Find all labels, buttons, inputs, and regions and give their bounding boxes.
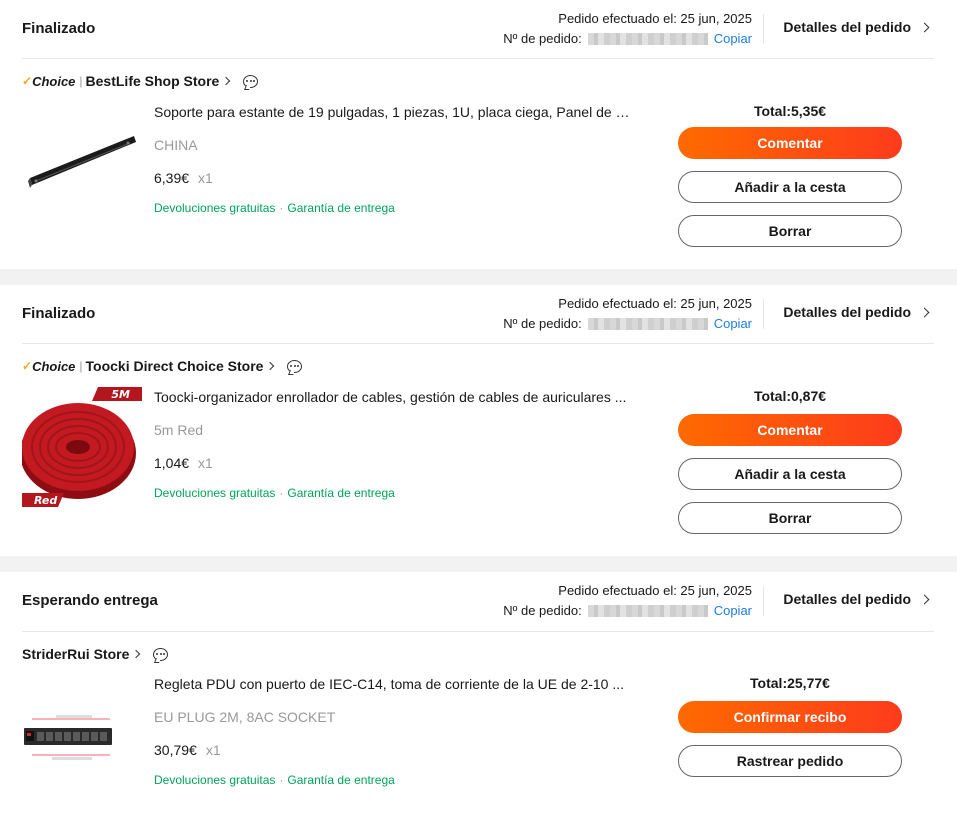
service-badges: Devoluciones gratuitas · Garantía de entre… (154, 201, 395, 215)
order-details-label: Detalles del pedido (783, 591, 911, 607)
confirm-receipt-button[interactable]: Confirmar recibo (678, 701, 902, 733)
chat-icon[interactable] (153, 647, 169, 661)
order-details-label: Detalles del pedido (783, 304, 911, 320)
delivery-guarantee-badge: Garantía de entrega (287, 201, 395, 215)
thumb-color-tag: Red (34, 494, 57, 507)
quantity: x1 (205, 742, 221, 758)
copy-order-number-link[interactable]: Copiar (714, 29, 752, 49)
quantity: x1 (198, 455, 213, 471)
order-details-link[interactable]: Detalles del pedido (783, 304, 930, 320)
order-card: Finalizado Pedido efectuado el: 25 jun, … (0, 285, 957, 556)
price-value: 30,79€ (154, 742, 197, 758)
price-value: 1,04€ (154, 455, 190, 471)
chevron-right-icon (919, 22, 930, 32)
product-image[interactable]: 5M Red (22, 387, 142, 507)
order-details-link[interactable]: Detalles del pedido (783, 19, 930, 35)
header-divider (763, 14, 764, 44)
review-button[interactable]: Comentar (678, 414, 902, 446)
free-returns-badge: Devoluciones gratuitas (154, 773, 276, 787)
product-image[interactable] (22, 675, 142, 795)
service-badges: Devoluciones gratuitas · Garantía de entre… (154, 486, 395, 500)
product-price: 30,79€ x1 (154, 742, 221, 758)
order-details-label: Detalles del pedido (783, 19, 911, 35)
separator: | (79, 74, 83, 88)
order-meta: Pedido efectuado el: 25 jun, 2025 Nº de … (503, 581, 752, 621)
product-variant: 5m Red (154, 422, 204, 438)
order-card: Esperando entrega Pedido efectuado el: 2… (0, 572, 957, 815)
check-icon: ✓ (22, 359, 33, 373)
copy-order-number-link[interactable]: Copiar (714, 314, 752, 334)
order-number-label: Nº de pedido: (503, 316, 582, 331)
order-total: Total:0,87€ (753, 388, 827, 404)
order-date: Pedido efectuado el: 25 jun, 2025 (558, 296, 752, 311)
order-status: Esperando entrega (22, 592, 158, 609)
choice-label: Choice (32, 73, 76, 89)
order-date: Pedido efectuado el: 25 jun, 2025 (558, 583, 752, 598)
order-number-redacted (587, 605, 708, 617)
order-meta: Pedido efectuado el: 25 jun, 2025 Nº de … (503, 294, 752, 334)
chevron-right-icon (919, 307, 930, 317)
delete-button[interactable]: Borrar (678, 502, 902, 534)
copy-order-number-link[interactable]: Copiar (714, 601, 752, 621)
check-icon: ✓ (22, 74, 33, 88)
delete-button[interactable]: Borrar (678, 215, 902, 247)
order-number-label: Nº de pedido: (503, 31, 582, 46)
choice-badge: ✓ Choice (22, 74, 75, 89)
store-row: ✓ Choice | BestLife Shop Store (22, 72, 259, 90)
product-image[interactable] (22, 102, 142, 222)
order-status: Finalizado (22, 305, 96, 322)
order-total: Total:25,77€ (750, 675, 830, 691)
product-title-link[interactable]: Toocki-organizador enrollador de cables,… (154, 389, 634, 405)
order-header: Finalizado Pedido efectuado el: 25 jun, … (22, 0, 934, 59)
chevron-right-icon (132, 649, 141, 659)
order-meta: Pedido efectuado el: 25 jun, 2025 Nº de … (503, 9, 752, 49)
chevron-right-icon (919, 594, 930, 604)
add-to-cart-button[interactable]: Añadir a la cesta (678, 458, 902, 490)
order-header: Esperando entrega Pedido efectuado el: 2… (22, 572, 934, 632)
free-returns-badge: Devoluciones gratuitas (154, 486, 276, 500)
product-price: 6,39€ x1 (154, 170, 213, 186)
review-button[interactable]: Comentar (678, 127, 902, 159)
order-number-redacted (587, 318, 708, 330)
choice-label: Choice (32, 358, 76, 374)
order-card: Finalizado Pedido efectuado el: 25 jun, … (0, 0, 957, 269)
store-name-link[interactable]: Toocki Direct Choice Store (86, 358, 264, 374)
track-order-button[interactable]: Rastrear pedido (678, 745, 902, 777)
order-status: Finalizado (22, 20, 96, 37)
free-returns-badge: Devoluciones gratuitas (154, 201, 276, 215)
add-to-cart-button[interactable]: Añadir a la cesta (678, 171, 902, 203)
chevron-right-icon (266, 361, 275, 371)
section-gap (0, 556, 957, 572)
product-price: 1,04€ x1 (154, 455, 213, 471)
price-value: 6,39€ (154, 170, 190, 186)
separator: | (79, 359, 83, 373)
order-number-label: Nº de pedido: (503, 603, 582, 618)
header-divider (763, 586, 764, 616)
order-number-redacted (587, 33, 708, 45)
product-variant: EU PLUG 2M, 8AC SOCKET (154, 709, 336, 725)
product-title-link[interactable]: Regleta PDU con puerto de IEC-C14, toma … (154, 676, 634, 692)
delivery-guarantee-badge: Garantía de entrega (287, 773, 395, 787)
chat-icon[interactable] (287, 359, 303, 373)
order-details-link[interactable]: Detalles del pedido (783, 591, 930, 607)
chat-icon[interactable] (243, 74, 259, 88)
thumb-size-tag: 5M (111, 388, 130, 401)
store-name-link[interactable]: BestLife Shop Store (86, 73, 220, 89)
product-variant: CHINA (154, 137, 198, 153)
service-badges: Devoluciones gratuitas · Garantía de entre… (154, 773, 395, 787)
choice-badge: ✓ Choice (22, 359, 75, 374)
store-name-link[interactable]: StriderRui Store (22, 646, 129, 662)
store-row: ✓ Choice | Toocki Direct Choice Store (22, 357, 303, 375)
store-row: StriderRui Store (22, 645, 169, 663)
section-gap (0, 269, 957, 285)
order-header: Finalizado Pedido efectuado el: 25 jun, … (22, 285, 934, 344)
chevron-right-icon (222, 76, 231, 86)
header-divider (763, 299, 764, 329)
quantity: x1 (198, 170, 213, 186)
order-total: Total:5,35€ (753, 103, 827, 119)
product-title-link[interactable]: Soporte para estante de 19 pulgadas, 1 p… (154, 104, 634, 120)
delivery-guarantee-badge: Garantía de entrega (287, 486, 395, 500)
order-date: Pedido efectuado el: 25 jun, 2025 (558, 11, 752, 26)
